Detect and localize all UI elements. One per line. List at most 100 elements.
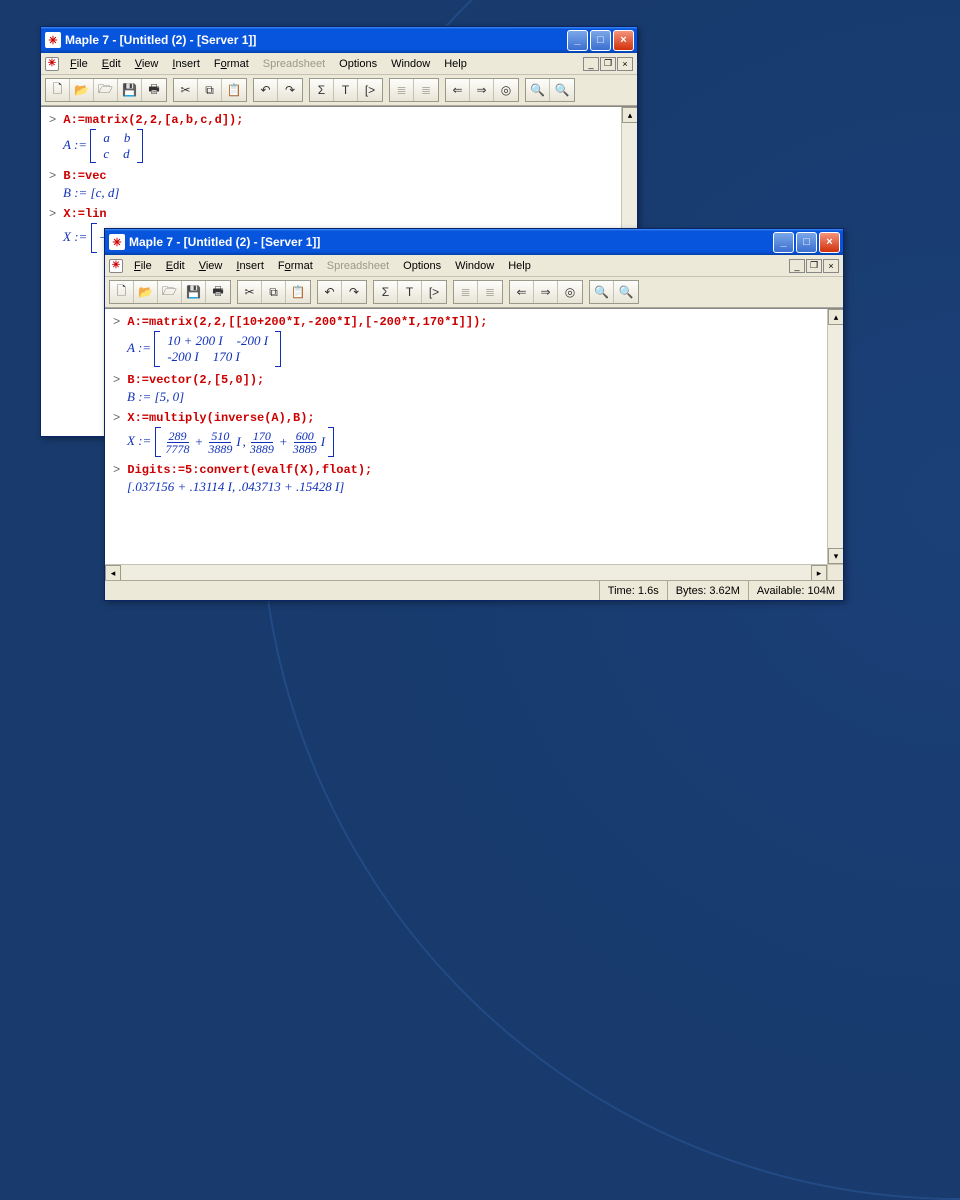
toolbar: 🗋 📂 🗁 💾 🖶 ✂ ⧉ 📋 ↶ ↷ Σ T [> ≣ ≣ ⇐ ⇒ ◎ — [105, 277, 843, 308]
open-icon[interactable]: 📂 — [70, 79, 94, 101]
vertical-scrollbar[interactable]: ▴ ▾ — [827, 309, 843, 564]
save-icon[interactable]: 💾 — [182, 281, 206, 303]
menu-format[interactable]: Format — [271, 258, 320, 274]
stop-icon[interactable]: ◎ — [558, 281, 582, 303]
input-line: > X:=lin — [49, 207, 627, 221]
mdi-buttons: _ ❐ × — [583, 57, 633, 71]
cut-icon[interactable]: ✂ — [238, 281, 262, 303]
scroll-right-icon[interactable]: ▸ — [811, 565, 827, 580]
copy-icon[interactable]: ⧉ — [262, 281, 286, 303]
menu-window[interactable]: Window — [384, 56, 437, 72]
menu-edit[interactable]: Edit — [159, 258, 192, 274]
open2-icon[interactable]: 🗁 — [94, 79, 118, 101]
zoom-out-icon[interactable]: 🔍 — [614, 281, 638, 303]
scroll-corner — [827, 564, 843, 580]
minimize-button[interactable]: _ — [567, 30, 588, 51]
forward-icon[interactable]: ⇒ — [470, 79, 494, 101]
forward-icon[interactable]: ⇒ — [534, 281, 558, 303]
exec-icon[interactable]: [> — [358, 79, 382, 101]
menu-options[interactable]: Options — [396, 258, 448, 274]
output-line: A := 10 + 200 I-200 I -200 I170 I — [127, 331, 823, 367]
maximize-button[interactable]: □ — [590, 30, 611, 51]
menu-options[interactable]: Options — [332, 56, 384, 72]
doc-icon[interactable]: ✳ — [109, 259, 123, 273]
exec-icon[interactable]: [> — [422, 281, 446, 303]
output-line: A := ab cd — [63, 129, 627, 163]
stop-icon[interactable]: ◎ — [494, 79, 518, 101]
mdi-minimize-button[interactable]: _ — [789, 259, 805, 273]
input-line: > B:=vec — [49, 169, 627, 183]
mdi-restore-button[interactable]: ❐ — [600, 57, 616, 71]
menu-help[interactable]: Help — [437, 56, 474, 72]
output-line: B := [c, d] — [63, 185, 627, 201]
indent-icon[interactable]: ≣ — [478, 281, 502, 303]
indent-icon[interactable]: ≣ — [414, 79, 438, 101]
menu-view[interactable]: View — [128, 56, 166, 72]
close-button[interactable]: × — [819, 232, 840, 253]
menu-edit[interactable]: Edit — [95, 56, 128, 72]
new-icon[interactable]: 🗋 — [110, 281, 134, 303]
scroll-up-icon[interactable]: ▴ — [622, 107, 637, 123]
menu-file[interactable]: File — [127, 258, 159, 274]
mdi-restore-button[interactable]: ❐ — [806, 259, 822, 273]
output-line: X := 2897778 + 5103889 I , 1703889 + 600… — [127, 427, 823, 457]
horizontal-scrollbar[interactable]: ◂ ▸ — [105, 564, 827, 580]
redo-icon[interactable]: ↷ — [342, 281, 366, 303]
worksheet-area[interactable]: > A:=matrix(2,2,[[10+200*I,-200*I],[-200… — [105, 308, 843, 580]
print-icon[interactable]: 🖶 — [142, 79, 166, 101]
menu-format[interactable]: Format — [207, 56, 256, 72]
zoom-in-icon[interactable]: 🔍 — [526, 79, 550, 101]
window-title: Maple 7 - [Untitled (2) - [Server 1]] — [65, 33, 256, 47]
input-line: > A:=matrix(2,2,[a,b,c,d]); — [49, 113, 627, 127]
text-icon[interactable]: T — [398, 281, 422, 303]
menu-file[interactable]: FFileile — [63, 56, 95, 72]
titlebar[interactable]: ✳ Maple 7 - [Untitled (2) - [Server 1]] … — [41, 27, 637, 53]
input-line: > B:=vector(2,[5,0]); — [113, 373, 823, 387]
open2-icon[interactable]: 🗁 — [158, 281, 182, 303]
undo-icon[interactable]: ↶ — [318, 281, 342, 303]
window-buttons: _ □ × — [773, 232, 840, 253]
menu-insert[interactable]: Insert — [229, 258, 271, 274]
undo-icon[interactable]: ↶ — [254, 79, 278, 101]
text-icon[interactable]: T — [334, 79, 358, 101]
print-icon[interactable]: 🖶 — [206, 281, 230, 303]
save-icon[interactable]: 💾 — [118, 79, 142, 101]
minimize-button[interactable]: _ — [773, 232, 794, 253]
scroll-down-icon[interactable]: ▾ — [828, 548, 843, 564]
new-icon[interactable]: 🗋 — [46, 79, 70, 101]
toolbar: 🗋 📂 🗁 💾 🖶 ✂ ⧉ 📋 ↶ ↷ Σ T [> ≣ ≣ ⇐ ⇒ ◎ — [41, 75, 637, 106]
back-icon[interactable]: ⇐ — [510, 281, 534, 303]
titlebar[interactable]: ✳ Maple 7 - [Untitled (2) - [Server 1]] … — [105, 229, 843, 255]
copy-icon[interactable]: ⧉ — [198, 79, 222, 101]
outdent-icon[interactable]: ≣ — [390, 79, 414, 101]
paste-icon[interactable]: 📋 — [222, 79, 246, 101]
scroll-left-icon[interactable]: ◂ — [105, 565, 121, 580]
outdent-icon[interactable]: ≣ — [454, 281, 478, 303]
input-line: > Digits:=5:convert(evalf(X),float); — [113, 463, 823, 477]
sigma-icon[interactable]: Σ — [310, 79, 334, 101]
zoom-out-icon[interactable]: 🔍 — [550, 79, 574, 101]
input-line: > A:=matrix(2,2,[[10+200*I,-200*I],[-200… — [113, 315, 823, 329]
cut-icon[interactable]: ✂ — [174, 79, 198, 101]
doc-icon[interactable]: ✳ — [45, 57, 59, 71]
close-button[interactable]: × — [613, 30, 634, 51]
mdi-close-button[interactable]: × — [823, 259, 839, 273]
mdi-minimize-button[interactable]: _ — [583, 57, 599, 71]
status-time: Time: 1.6s — [599, 581, 667, 600]
redo-icon[interactable]: ↷ — [278, 79, 302, 101]
scroll-up-icon[interactable]: ▴ — [828, 309, 843, 325]
statusbar: Time: 1.6s Bytes: 3.62M Available: 104M — [105, 580, 843, 600]
mdi-close-button[interactable]: × — [617, 57, 633, 71]
menu-window[interactable]: Window — [448, 258, 501, 274]
status-bytes: Bytes: 3.62M — [667, 581, 748, 600]
menu-help[interactable]: Help — [501, 258, 538, 274]
back-icon[interactable]: ⇐ — [446, 79, 470, 101]
sigma-icon[interactable]: Σ — [374, 281, 398, 303]
menu-insert[interactable]: Insert — [165, 56, 207, 72]
maximize-button[interactable]: □ — [796, 232, 817, 253]
open-icon[interactable]: 📂 — [134, 281, 158, 303]
menubar: ✳ FFileile Edit View Insert Format Sprea… — [41, 53, 637, 75]
paste-icon[interactable]: 📋 — [286, 281, 310, 303]
zoom-in-icon[interactable]: 🔍 — [590, 281, 614, 303]
menu-view[interactable]: View — [192, 258, 230, 274]
